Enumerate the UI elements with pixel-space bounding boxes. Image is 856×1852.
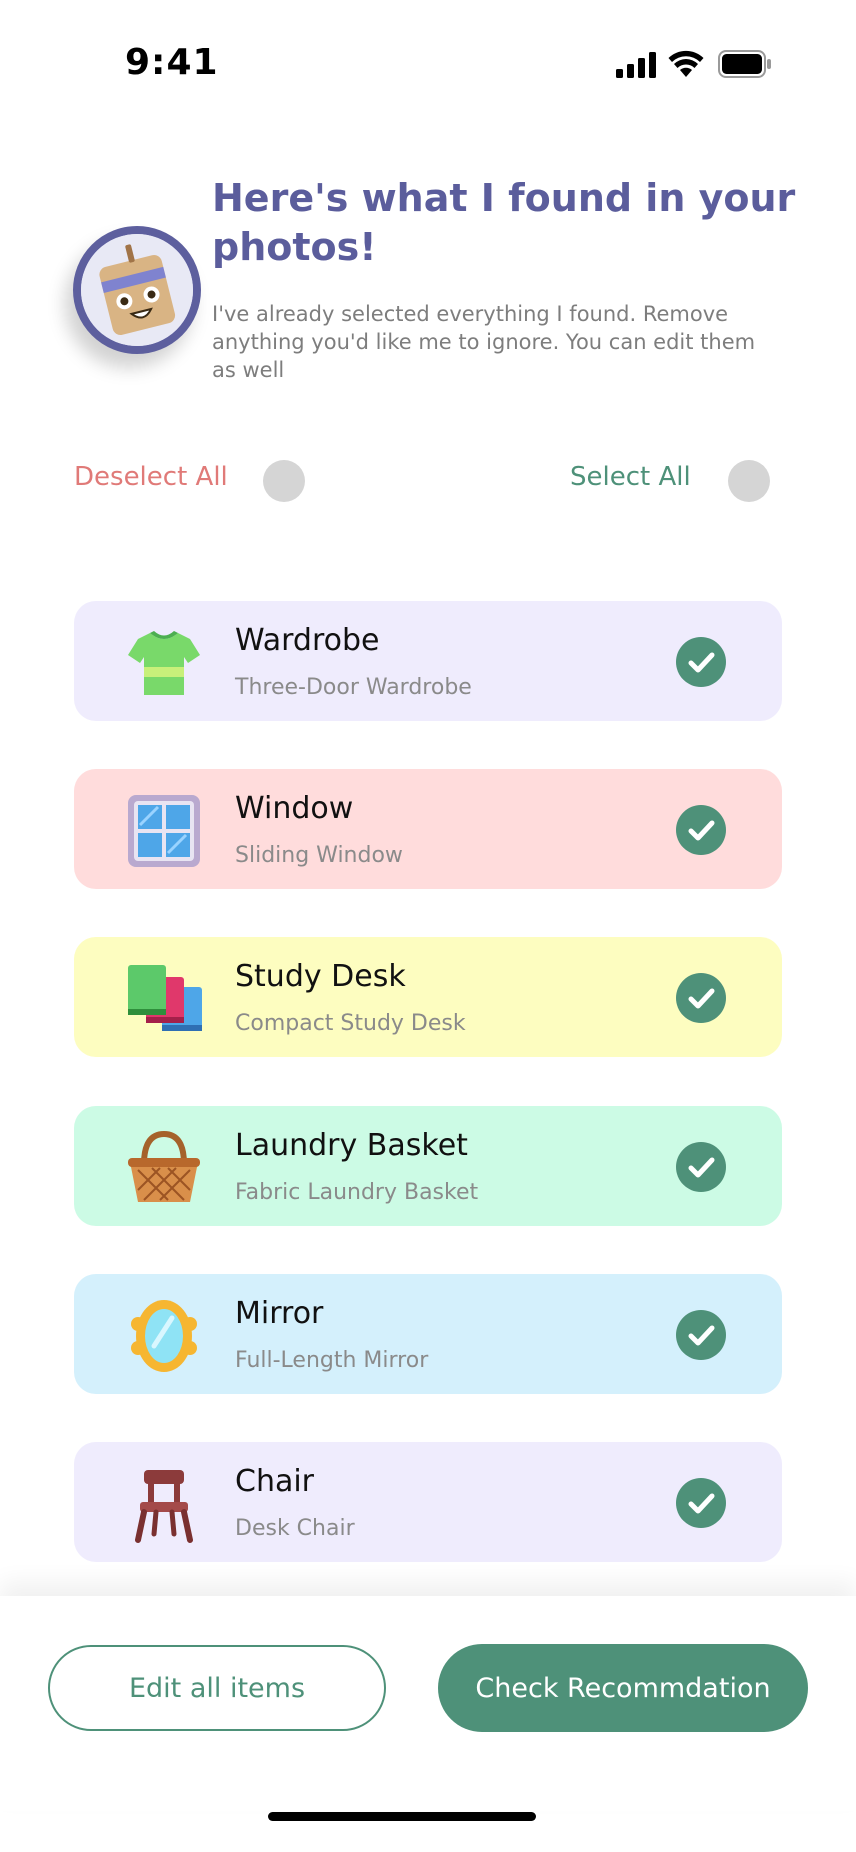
home-indicator[interactable] — [268, 1812, 536, 1821]
item-title: Wardrobe — [235, 623, 380, 658]
page-subtitle: I've already selected everything I found… — [212, 302, 756, 382]
item-card-window[interactable]: Window Sliding Window — [74, 769, 782, 889]
status-time: 9:41 — [125, 42, 219, 83]
page-title: Here's what I found in your photos! — [212, 176, 796, 269]
item-selected-check[interactable] — [676, 1142, 726, 1192]
checkmark-icon — [688, 820, 715, 841]
checkmark-icon — [688, 652, 715, 673]
chair-icon — [135, 1470, 193, 1543]
item-card-wardrobe[interactable]: Wardrobe Three-Door Wardrobe — [74, 601, 782, 721]
checkmark-icon — [688, 1325, 715, 1346]
status-bar: 9:41 — [0, 0, 856, 120]
mirror-icon — [131, 1300, 197, 1372]
wifi-icon — [668, 50, 704, 77]
battery-icon — [718, 50, 771, 78]
basket-icon — [128, 1130, 200, 1202]
item-title: Window — [235, 791, 354, 826]
checkmark-icon — [688, 988, 715, 1009]
checkmark-icon — [688, 1157, 715, 1178]
item-subtitle: Three-Door Wardrobe — [235, 675, 472, 700]
item-subtitle: Desk Chair — [235, 1516, 355, 1541]
select-all-toggle[interactable] — [728, 460, 770, 502]
item-subtitle: Compact Study Desk — [235, 1011, 466, 1036]
assistant-avatar — [73, 226, 201, 354]
edit-all-items-button[interactable]: Edit all items — [48, 1645, 386, 1731]
item-card-laundry-basket[interactable]: Laundry Basket Fabric Laundry Basket — [74, 1106, 782, 1226]
item-subtitle: Full-Length Mirror — [235, 1348, 429, 1373]
item-title: Laundry Basket — [235, 1128, 468, 1163]
cellular-signal-icon — [616, 52, 656, 78]
item-subtitle: Sliding Window — [235, 843, 403, 868]
item-title: Study Desk — [235, 959, 406, 994]
check-recommendation-button[interactable]: Check Recommdation — [438, 1644, 808, 1732]
select-all-label[interactable]: Select All — [570, 462, 691, 492]
item-title: Mirror — [235, 1296, 324, 1331]
item-selected-check[interactable] — [676, 1478, 726, 1528]
deselect-all-toggle[interactable] — [263, 460, 305, 502]
item-selected-check[interactable] — [676, 637, 726, 687]
deselect-all-label[interactable]: Deselect All — [74, 462, 228, 492]
item-selected-check[interactable] — [676, 973, 726, 1023]
item-card-study-desk[interactable]: Study Desk Compact Study Desk — [74, 937, 782, 1057]
books-icon — [128, 965, 202, 1031]
item-selected-check[interactable] — [676, 805, 726, 855]
box-mascot-icon — [81, 234, 193, 346]
window-icon — [128, 795, 200, 867]
checkmark-icon — [688, 1493, 715, 1514]
item-card-chair[interactable]: Chair Desk Chair — [74, 1442, 782, 1562]
item-subtitle: Fabric Laundry Basket — [235, 1180, 479, 1205]
tshirt-icon — [128, 631, 200, 695]
item-selected-check[interactable] — [676, 1310, 726, 1360]
item-card-mirror[interactable]: Mirror Full-Length Mirror — [74, 1274, 782, 1394]
item-title: Chair — [235, 1464, 315, 1499]
